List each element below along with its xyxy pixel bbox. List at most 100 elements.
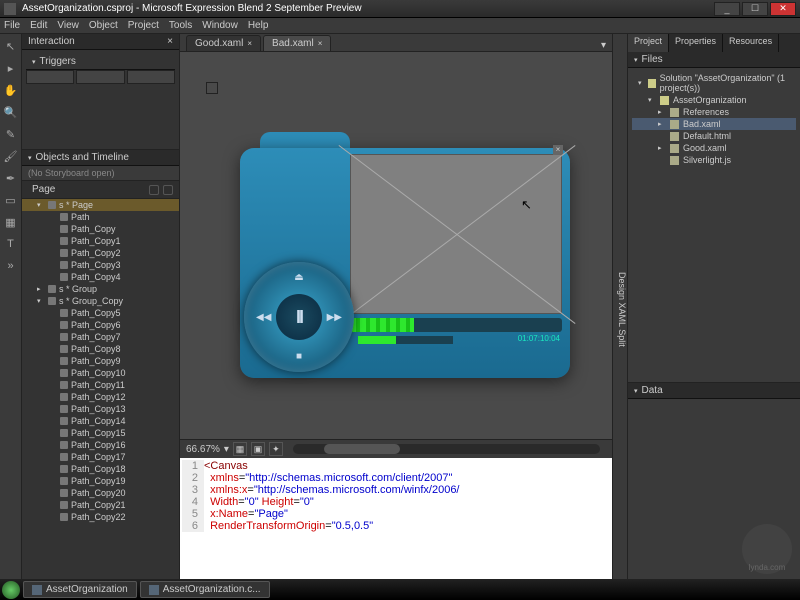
pause-button[interactable]: II: [276, 294, 322, 340]
eject-icon[interactable]: ⏏: [294, 272, 303, 283]
tree-item[interactable]: Path_Copy16: [22, 439, 179, 451]
zoom-level[interactable]: 66.67%: [186, 444, 220, 455]
file-item[interactable]: Silverlight.js: [632, 154, 796, 166]
tree-item[interactable]: ▾s * Group_Copy: [22, 295, 179, 307]
menu-window[interactable]: Window: [202, 20, 238, 31]
snap-icon[interactable]: ▣: [251, 442, 265, 456]
start-orb-icon[interactable]: [2, 581, 20, 599]
tree-item[interactable]: Path_Copy4: [22, 271, 179, 283]
artboard[interactable]: × ↖ 01:07:10:04 ⏏ ■ ◀◀ ▶▶ II: [180, 52, 612, 439]
minimize-button[interactable]: _: [714, 2, 740, 16]
trigger-slot[interactable]: [127, 70, 175, 84]
tree-item[interactable]: Path_Copy18: [22, 463, 179, 475]
pen-tool-icon[interactable]: ✒: [3, 170, 19, 186]
file-item[interactable]: ▸Bad.xaml: [632, 118, 796, 130]
tree-item[interactable]: ▾s * Page: [22, 199, 179, 211]
maximize-button[interactable]: ☐: [742, 2, 768, 16]
tree-item[interactable]: Path_Copy1: [22, 235, 179, 247]
tree-item[interactable]: Path_Copy17: [22, 451, 179, 463]
tree-item[interactable]: Path_Copy19: [22, 475, 179, 487]
zoom-tool-icon[interactable]: 🔍: [3, 104, 19, 120]
menu-object[interactable]: Object: [89, 20, 118, 31]
file-item[interactable]: ▸References: [632, 106, 796, 118]
file-item[interactable]: Default.html: [632, 130, 796, 142]
tabs-dropdown-icon[interactable]: ▾: [601, 40, 606, 51]
close-icon[interactable]: ×: [247, 39, 252, 48]
menu-project[interactable]: Project: [128, 20, 159, 31]
visibility-toggle-icon[interactable]: [149, 185, 159, 195]
taskbar-item[interactable]: AssetOrganization: [23, 581, 137, 598]
brush-tool-icon[interactable]: 🖌: [3, 148, 19, 164]
taskbar-item[interactable]: AssetOrganization.c...: [140, 581, 270, 598]
close-button[interactable]: ✕: [770, 2, 796, 16]
tree-item[interactable]: Path_Copy3: [22, 259, 179, 271]
asset-tool-icon[interactable]: »: [3, 258, 19, 274]
layout-tool-icon[interactable]: ▦: [3, 214, 19, 230]
close-icon[interactable]: ×: [553, 145, 563, 155]
tree-item[interactable]: Path_Copy5: [22, 307, 179, 319]
tree-item[interactable]: Path_Copy8: [22, 343, 179, 355]
tree-item[interactable]: Path_Copy20: [22, 487, 179, 499]
rectangle-tool-icon[interactable]: ▭: [3, 192, 19, 208]
tree-item[interactable]: Path_Copy6: [22, 319, 179, 331]
menu-help[interactable]: Help: [248, 20, 269, 31]
page-row[interactable]: Page: [22, 181, 179, 199]
volume-bar[interactable]: [358, 336, 453, 344]
tab-project[interactable]: Project: [628, 34, 669, 52]
tree-item[interactable]: ▸s * Group: [22, 283, 179, 295]
files-tree[interactable]: ▾Solution "AssetOrganization" (1 project…: [628, 68, 800, 170]
video-placeholder[interactable]: × ↖: [350, 154, 562, 314]
effects-icon[interactable]: ✦: [269, 442, 283, 456]
stop-icon[interactable]: ■: [296, 351, 302, 362]
progress-bar[interactable]: [350, 318, 562, 332]
text-tool-icon[interactable]: T: [3, 236, 19, 252]
selection-tool-icon[interactable]: ↖: [3, 38, 19, 54]
xaml-editor[interactable]: 1<Canvas 2 xmlns="http://schemas.microso…: [180, 458, 612, 579]
eyedropper-tool-icon[interactable]: ✎: [3, 126, 19, 142]
lock-toggle-icon[interactable]: [163, 185, 173, 195]
interaction-header[interactable]: Interaction ×: [22, 34, 179, 50]
prev-icon[interactable]: ◀◀: [256, 312, 271, 323]
tree-item[interactable]: Path_Copy: [22, 223, 179, 235]
tree-item[interactable]: Path_Copy22: [22, 511, 179, 523]
menu-file[interactable]: File: [4, 20, 20, 31]
tab-good[interactable]: Good.xaml×: [186, 35, 261, 51]
tree-item[interactable]: Path_Copy11: [22, 379, 179, 391]
timecode: 01:07:10:04: [518, 334, 560, 343]
file-item[interactable]: ▸Good.xaml: [632, 142, 796, 154]
menu-tools[interactable]: Tools: [169, 20, 192, 31]
horizontal-scrollbar[interactable]: [293, 444, 600, 454]
grid-icon[interactable]: ▦: [233, 442, 247, 456]
tree-item[interactable]: Path_Copy7: [22, 331, 179, 343]
data-header[interactable]: ▾ Data: [628, 382, 800, 399]
trigger-slot[interactable]: [26, 70, 74, 84]
tree-item[interactable]: Path_Copy21: [22, 499, 179, 511]
tab-properties[interactable]: Properties: [669, 34, 723, 52]
objects-header[interactable]: ▾ Objects and Timeline: [22, 150, 179, 166]
tree-item[interactable]: Path_Copy9: [22, 355, 179, 367]
menu-view[interactable]: View: [57, 20, 79, 31]
objects-tree[interactable]: ▾s * PagePathPath_CopyPath_Copy1Path_Cop…: [22, 199, 179, 579]
triggers-header[interactable]: ▾ Triggers: [26, 54, 175, 70]
close-icon[interactable]: ×: [167, 36, 173, 47]
pan-tool-icon[interactable]: ✋: [3, 82, 19, 98]
tree-item[interactable]: Path_Copy13: [22, 403, 179, 415]
tree-item[interactable]: Path_Copy12: [22, 391, 179, 403]
tree-item[interactable]: Path_Copy10: [22, 367, 179, 379]
view-mode-strip[interactable]: Design XAML Split: [612, 34, 628, 579]
next-icon[interactable]: ▶▶: [327, 312, 342, 323]
files-header[interactable]: ▾ Files: [628, 52, 800, 68]
tab-resources[interactable]: Resources: [723, 34, 779, 52]
tree-item[interactable]: Path_Copy14: [22, 415, 179, 427]
tab-bad[interactable]: Bad.xaml×: [263, 35, 331, 51]
file-item[interactable]: ▾AssetOrganization: [632, 94, 796, 106]
tree-item[interactable]: Path_Copy2: [22, 247, 179, 259]
menu-edit[interactable]: Edit: [30, 20, 47, 31]
trigger-slot[interactable]: [76, 70, 124, 84]
direct-select-tool-icon[interactable]: ▸: [3, 60, 19, 76]
close-icon[interactable]: ×: [318, 39, 323, 48]
chevron-down-icon[interactable]: ▾: [224, 444, 229, 455]
tree-item[interactable]: Path: [22, 211, 179, 223]
tree-item[interactable]: Path_Copy15: [22, 427, 179, 439]
file-item[interactable]: ▾Solution "AssetOrganization" (1 project…: [632, 72, 796, 94]
